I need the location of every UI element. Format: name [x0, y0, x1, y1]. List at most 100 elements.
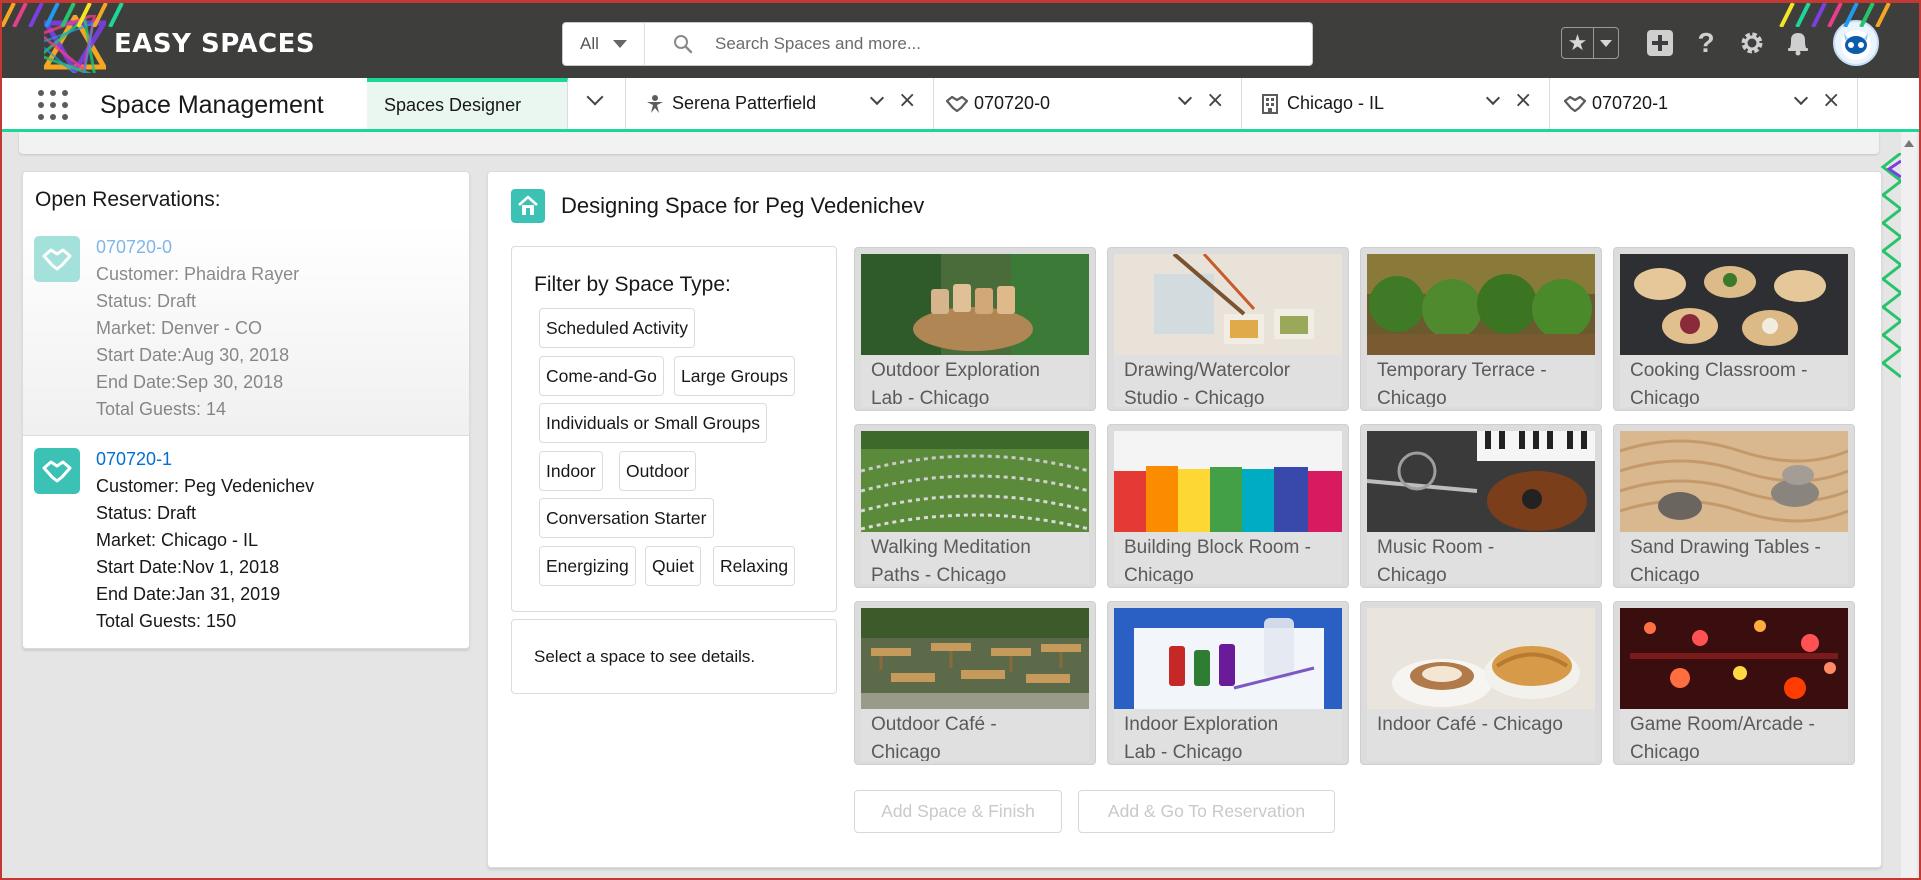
tab-070720-1[interactable]: 070720-1 × — [1550, 78, 1858, 129]
space-tile[interactable]: Indoor Exploration Lab - Chicago — [1107, 601, 1349, 765]
space-tile-label: Indoor Exploration Lab - Chicago — [1114, 709, 1342, 761]
favorites-button-group: ★ — [1561, 27, 1619, 59]
scroll-up-arrow-icon[interactable] — [1904, 140, 1914, 147]
chevron-down-icon — [612, 40, 627, 48]
handshake-icon — [34, 236, 80, 282]
favorites-menu-button[interactable] — [1594, 28, 1618, 58]
close-icon[interactable]: × — [1206, 88, 1224, 113]
open-reservations-title: Open Reservations: — [35, 188, 221, 211]
chevron-down-icon[interactable] — [869, 90, 885, 106]
space-image — [861, 254, 1089, 355]
search-scope-dropdown[interactable]: All — [563, 23, 645, 65]
search-input[interactable]: Search Spaces and more... — [715, 34, 921, 54]
space-tile-label: Outdoor Café - Chicago — [861, 709, 1089, 761]
filter-chip[interactable]: Individuals or Small Groups — [539, 403, 767, 443]
space-details-panel: Select a space to see details. — [511, 619, 837, 694]
page-title: Designing Space for Peg Vedenichev — [561, 193, 925, 218]
tab-serena-patterfield[interactable]: Serena Patterfield × — [626, 78, 934, 129]
tab-070720-0[interactable]: 070720-0 × — [934, 78, 1242, 129]
space-tile[interactable]: Music Room - Chicago — [1360, 424, 1602, 588]
filter-chip[interactable]: Large Groups — [674, 356, 796, 396]
page-header-banner — [19, 132, 1879, 154]
filter-chip[interactable]: Relaxing — [713, 546, 796, 586]
close-icon[interactable]: × — [898, 88, 916, 113]
reservation-link[interactable]: 070720-0 — [96, 234, 299, 261]
reservation-start-date: Start Date:Nov 1, 2018 — [96, 557, 280, 577]
filter-chip[interactable]: Energizing — [539, 546, 636, 586]
space-tile[interactable]: Indoor Café - Chicago — [1360, 601, 1602, 765]
building-icon — [1259, 93, 1281, 114]
space-tile[interactable]: Cooking Classroom - Chicago — [1613, 247, 1855, 411]
space-image — [1114, 431, 1342, 532]
details-placeholder: Select a space to see details. — [534, 647, 756, 666]
page-scrollbar[interactable] — [1901, 132, 1917, 878]
filter-chip[interactable]: Outdoor — [619, 451, 697, 491]
setup-button[interactable] — [1729, 23, 1775, 63]
help-button[interactable]: ? — [1683, 23, 1729, 63]
navigation-bar: Space Management Spaces Designer Serena … — [2, 78, 1919, 132]
space-tile-label: Cooking Classroom - Chicago — [1620, 355, 1848, 407]
space-tile-label: Drawing/Watercolor Studio - Chicago — [1114, 355, 1342, 407]
add-go-to-reservation-button[interactable]: Add & Go To Reservation — [1078, 790, 1335, 833]
tab-menu-button[interactable] — [568, 78, 626, 129]
tab-spaces-designer[interactable]: Spaces Designer — [367, 78, 568, 129]
handshake-icon — [1564, 95, 1586, 113]
chevron-down-icon[interactable] — [1793, 90, 1809, 106]
reservation-customer: Customer: Phaidra Rayer — [96, 264, 300, 284]
open-reservations-card: Open Reservations: 070720-0 Customer: Ph… — [22, 171, 470, 649]
space-tile[interactable]: Game Room/Arcade - Chicago — [1613, 601, 1855, 765]
logo-text: EASY SPACES — [114, 29, 316, 59]
global-create-button[interactable] — [1637, 23, 1683, 63]
tab-label: Serena Patterfield — [672, 93, 817, 113]
chevron-down-icon — [1600, 39, 1612, 47]
reservation-total-guests: Total Guests: 150 — [96, 611, 237, 631]
rainbow-stripe-decoration — [1779, 3, 1891, 27]
chevron-down-icon[interactable] — [1485, 90, 1501, 106]
filter-chip[interactable]: Conversation Starter — [539, 498, 714, 538]
global-header: EASY SPACES All Search Spaces and more..… — [2, 3, 1919, 78]
reservation-item[interactable]: 070720-0 Customer: Phaidra Rayer Status:… — [23, 224, 469, 435]
reservation-status: Status: Draft — [96, 291, 197, 311]
notifications-button[interactable] — [1775, 23, 1821, 63]
space-tile[interactable]: Drawing/Watercolor Studio - Chicago — [1107, 247, 1349, 411]
space-tile[interactable]: Temporary Terrace - Chicago — [1360, 247, 1602, 411]
tab-chicago-il[interactable]: Chicago - IL × — [1242, 78, 1550, 129]
space-tile-label: Sand Drawing Tables - Chicago — [1620, 532, 1848, 584]
reservation-item[interactable]: 070720-1 Customer: Peg Vedenichev Status… — [23, 436, 469, 648]
bell-icon — [1788, 33, 1808, 56]
tab-label: 070720-1 — [1592, 93, 1669, 113]
astro-avatar-icon — [1841, 30, 1871, 60]
reservation-details: 070720-1 Customer: Peg Vedenichev Status… — [96, 446, 314, 635]
close-icon[interactable]: × — [1822, 88, 1840, 113]
space-image — [861, 431, 1089, 532]
star-icon[interactable]: ★ — [1562, 28, 1594, 58]
space-tile[interactable]: Outdoor Exploration Lab - Chicago — [854, 247, 1096, 411]
filter-chip[interactable]: Quiet — [645, 546, 701, 586]
close-icon[interactable]: × — [1514, 88, 1532, 113]
chevron-down-icon — [586, 88, 604, 106]
space-tile[interactable]: Outdoor Café - Chicago — [854, 601, 1096, 765]
space-tile-label: Indoor Café - Chicago — [1367, 709, 1595, 761]
add-space-finish-button[interactable]: Add Space & Finish — [854, 790, 1062, 833]
space-tile-label: Game Room/Arcade - Chicago — [1620, 709, 1848, 761]
space-image — [1620, 254, 1848, 355]
handshake-icon — [946, 95, 968, 113]
space-tile-label: Building Block Room - Chicago — [1114, 532, 1342, 584]
reservation-start-date: Start Date:Aug 30, 2018 — [96, 345, 290, 365]
space-tile[interactable]: Building Block Room - Chicago — [1107, 424, 1349, 588]
filter-chip[interactable]: Come-and-Go — [539, 356, 664, 396]
reservation-status: Status: Draft — [96, 503, 197, 523]
space-tile[interactable]: Sand Drawing Tables - Chicago — [1613, 424, 1855, 588]
filter-chip[interactable]: Indoor — [539, 451, 603, 491]
filter-chip[interactable]: Scheduled Activity — [539, 308, 696, 348]
gear-icon — [1741, 32, 1763, 54]
reservation-link[interactable]: 070720-1 — [96, 446, 314, 473]
space-tile-label: Walking Meditation Paths - Chicago — [861, 532, 1089, 584]
space-tile-label: Music Room - Chicago — [1367, 532, 1595, 584]
reservation-total-guests: Total Guests: 14 — [96, 399, 227, 419]
chevron-down-icon[interactable] — [1177, 90, 1193, 106]
space-tile[interactable]: Walking Meditation Paths - Chicago — [854, 424, 1096, 588]
search-icon — [674, 35, 693, 54]
space-image — [1114, 254, 1342, 355]
app-launcher-icon[interactable] — [38, 90, 68, 120]
